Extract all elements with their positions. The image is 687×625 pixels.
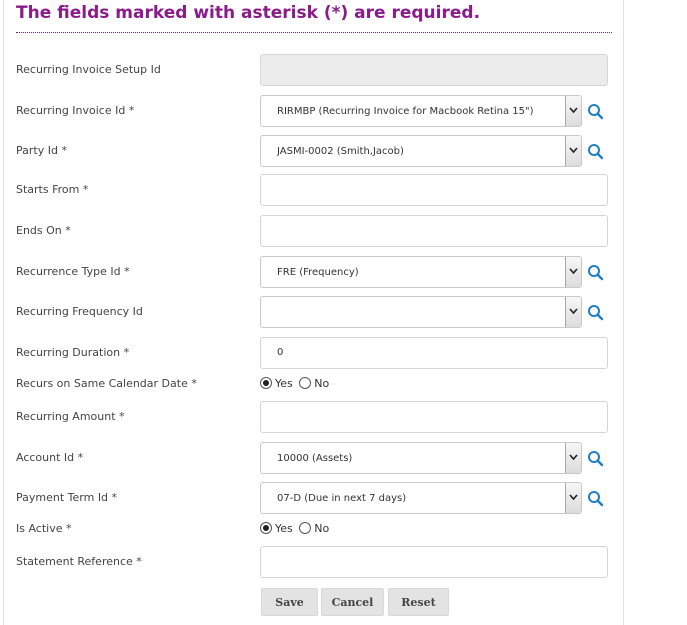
payment-term-value: 07-D (Due in next 7 days) — [277, 493, 407, 504]
ends-on-label: Ends On * — [16, 224, 71, 237]
chevron-down-icon[interactable] — [565, 443, 581, 473]
chevron-down-icon[interactable] — [565, 136, 581, 166]
invoice-id-select[interactable]: RIRMBP (Recurring Invoice for Macbook Re… — [260, 95, 582, 127]
ends-on-input[interactable] — [260, 215, 608, 247]
chevron-down-icon[interactable] — [565, 297, 581, 327]
search-icon[interactable] — [587, 143, 604, 160]
same-date-row: Recurs on Same Calendar Date * Yes No — [0, 368, 687, 400]
search-icon[interactable] — [587, 103, 604, 120]
search-icon[interactable] — [587, 450, 604, 467]
duration-input[interactable]: 0 — [260, 337, 608, 369]
starts-from-label: Starts From * — [16, 183, 89, 196]
is-active-label: Is Active * — [16, 522, 72, 535]
frequency-id-select[interactable] — [260, 296, 582, 328]
duration-row: Recurring Duration * 0 — [0, 337, 687, 369]
statement-ref-label: Statement Reference * — [16, 555, 142, 568]
duration-label: Recurring Duration * — [16, 346, 130, 359]
amount-label: Recurring Amount * — [16, 410, 125, 423]
starts-from-row: Starts From * — [0, 174, 687, 206]
invoice-id-label: Recurring Invoice Id * — [16, 104, 135, 117]
same-date-no-label: No — [314, 377, 330, 390]
same-date-label: Recurs on Same Calendar Date * — [16, 377, 197, 390]
setup-id-label: Recurring Invoice Setup Id — [16, 63, 161, 76]
statement-ref-input[interactable] — [260, 546, 608, 578]
same-date-yes-radio[interactable] — [260, 377, 272, 389]
reset-button[interactable]: Reset — [388, 588, 449, 616]
starts-from-input[interactable] — [260, 174, 608, 206]
chevron-down-icon[interactable] — [565, 96, 581, 126]
setup-id-row: Recurring Invoice Setup Id — [0, 54, 687, 86]
invoice-id-value: RIRMBP (Recurring Invoice for Macbook Re… — [277, 106, 534, 117]
same-date-no-radio[interactable] — [299, 377, 312, 389]
payment-term-label: Payment Term Id * — [16, 491, 118, 504]
is-active-no-radio[interactable] — [299, 522, 312, 534]
setup-id-input — [260, 54, 608, 86]
recurrence-type-row: Recurrence Type Id * FRE (Frequency) — [0, 256, 687, 288]
search-icon[interactable] — [587, 490, 604, 507]
same-date-yes-label: Yes — [275, 377, 293, 390]
is-active-yes-radio[interactable] — [260, 522, 272, 534]
payment-term-select[interactable]: 07-D (Due in next 7 days) — [260, 482, 582, 514]
account-id-value: 10000 (Assets) — [277, 453, 353, 464]
chevron-down-icon[interactable] — [565, 483, 581, 513]
party-id-label: Party Id * — [16, 144, 67, 157]
is-active-row: Is Active * Yes No — [0, 513, 687, 545]
is-active-radio-group: Yes No — [260, 513, 332, 545]
statement-ref-row: Statement Reference * — [0, 546, 687, 578]
payment-term-row: Payment Term Id * 07-D (Due in next 7 da… — [0, 482, 687, 514]
party-id-row: Party Id * JASMI-0002 (Smith,Jacob) — [0, 135, 687, 167]
is-active-no-label: No — [314, 522, 330, 535]
party-id-value: JASMI-0002 (Smith,Jacob) — [277, 146, 404, 157]
recurrence-type-select[interactable]: FRE (Frequency) — [260, 256, 582, 288]
recurrence-type-value: FRE (Frequency) — [277, 267, 359, 278]
frequency-id-label: Recurring Frequency Id — [16, 305, 143, 318]
amount-row: Recurring Amount * — [0, 401, 687, 433]
search-icon[interactable] — [587, 304, 604, 321]
same-date-radio-group: Yes No — [260, 368, 332, 400]
frequency-id-row: Recurring Frequency Id — [0, 296, 687, 328]
cancel-button[interactable]: Cancel — [321, 588, 384, 616]
account-id-select[interactable]: 10000 (Assets) — [260, 442, 582, 474]
account-id-label: Account Id * — [16, 451, 84, 464]
is-active-yes-label: Yes — [275, 522, 293, 535]
save-button[interactable]: Save — [261, 588, 318, 616]
amount-input[interactable] — [260, 401, 608, 433]
required-fields-heading: The fields marked with asterisk (*) are … — [16, 3, 481, 23]
recurrence-type-label: Recurrence Type Id * — [16, 265, 130, 278]
search-icon[interactable] — [587, 264, 604, 281]
account-id-row: Account Id * 10000 (Assets) — [0, 442, 687, 474]
chevron-down-icon[interactable] — [565, 257, 581, 287]
ends-on-row: Ends On * — [0, 215, 687, 247]
heading-divider — [16, 32, 612, 33]
invoice-id-row: Recurring Invoice Id * RIRMBP (Recurring… — [0, 95, 687, 127]
party-id-select[interactable]: JASMI-0002 (Smith,Jacob) — [260, 135, 582, 167]
